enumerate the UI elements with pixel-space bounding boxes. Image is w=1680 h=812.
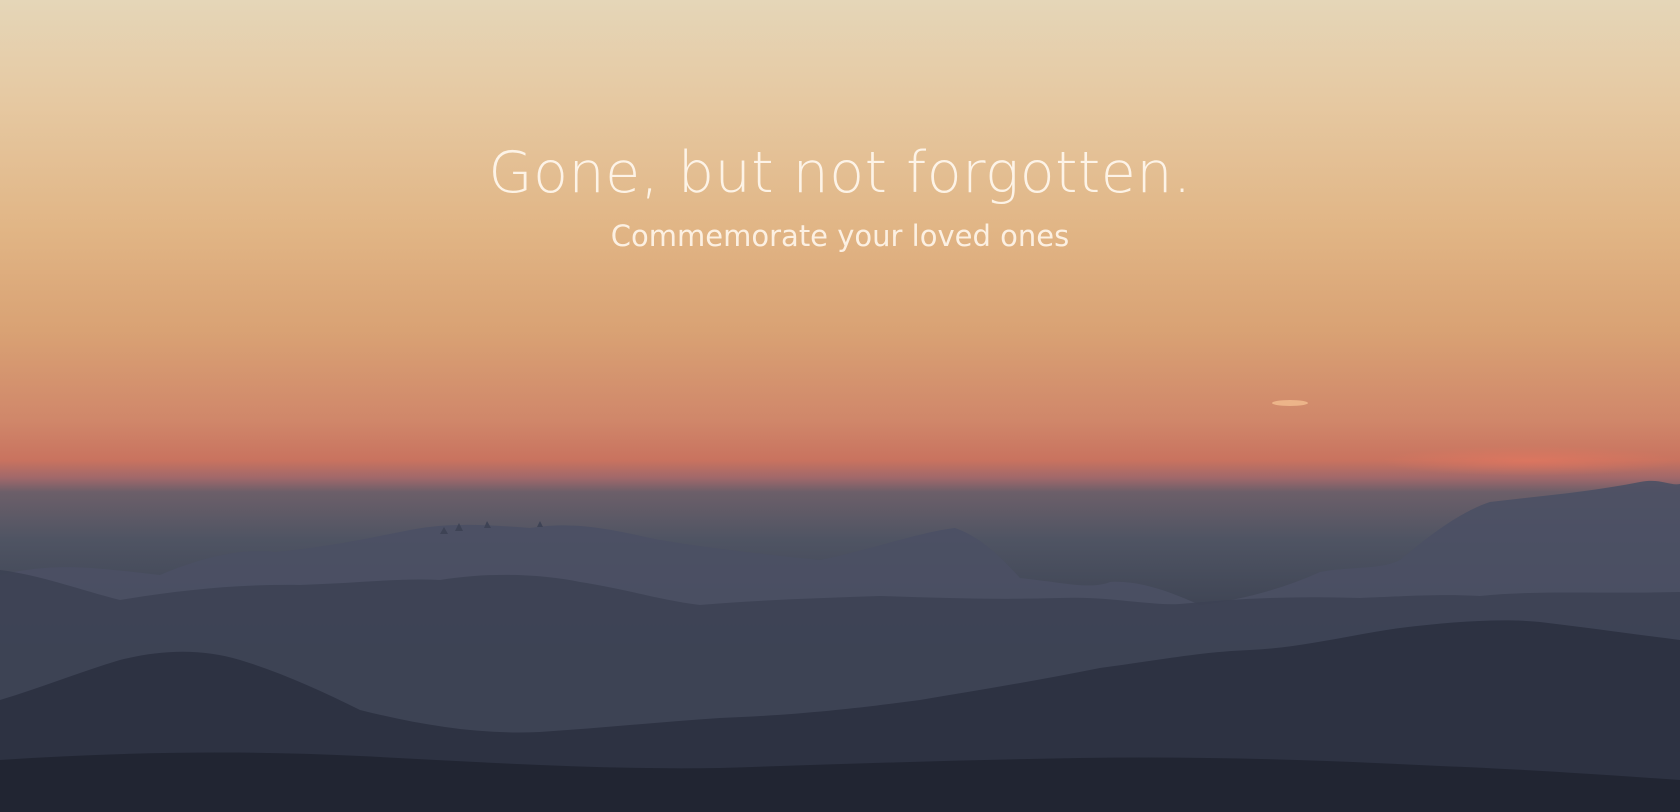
hero-title: Gone, but not forgotten. bbox=[488, 140, 1192, 206]
mountain-silhouettes bbox=[0, 480, 1680, 812]
hero-section: Gone, but not forgotten. Commemorate you… bbox=[0, 0, 1680, 812]
hero-subtitle: Commemorate your loved ones bbox=[610, 219, 1070, 253]
